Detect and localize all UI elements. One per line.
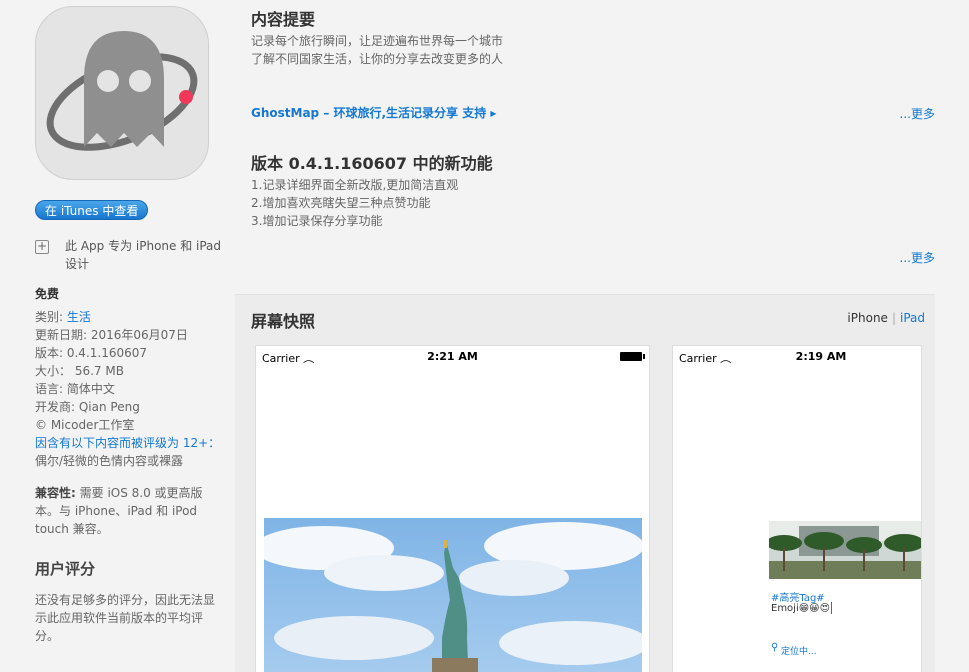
version-info: 版本: 0.4.1.160607 — [35, 346, 148, 360]
updated-date: 更新日期: 2016年06月07日 — [35, 328, 188, 342]
statue-of-liberty-photo — [264, 518, 642, 672]
more-link-description[interactable]: ...更多 — [900, 105, 935, 122]
compatibility-info: 兼容性: 需要 iOS 8.0 或更高版本。与 iPhone、iPad 和 iP… — [35, 484, 225, 538]
developer-support-text[interactable]: GhostMap – 环球旅行,生活记录分享 支持 — [251, 106, 486, 120]
status-bar: Carrier ︵ 2:19 AM — [673, 350, 921, 365]
more-link-whats-new[interactable]: ...更多 — [900, 249, 935, 266]
status-bar: Carrier ︵ 2:21 AM — [256, 350, 649, 365]
status-time: 2:19 AM — [795, 350, 847, 363]
device-tab-iphone[interactable]: iPhone — [847, 311, 888, 325]
category-label: 类别: — [35, 310, 67, 324]
rating-detail: 偶尔/轻微的色情内容或裸露 — [35, 454, 184, 468]
description-line-2: 了解不同国家生活，让你的分享去改变更多的人 — [251, 52, 504, 66]
device-compat-note: + 此 App 专为 iPhone 和 iPad 设计 — [35, 237, 225, 273]
locating-label: 定位中... — [781, 647, 817, 657]
ipad-note-text: 此 App 专为 iPhone 和 iPad 设计 — [65, 239, 222, 271]
divider: | — [891, 311, 896, 325]
screenshot-1[interactable]: Carrier ︵ 2:21 AM — [255, 345, 650, 672]
rating-reason-link[interactable]: 因含有以下内容而被评级为 12+： — [35, 434, 225, 452]
whats-new-item-2: 2.增加喜欢亮瞎失望三种点赞功能 — [251, 196, 431, 210]
device-tab-ipad[interactable]: iPad — [900, 311, 925, 325]
description-title: 内容提要 — [251, 10, 316, 29]
category-row: 类别: 生活 — [35, 308, 225, 326]
whats-new-title: 版本 0.4.1.160607 中的新功能 — [251, 154, 493, 173]
view-in-itunes-button[interactable]: 在 iTunes 中查看 — [35, 200, 149, 220]
whats-new-item-3: 3.增加记录保存分享功能 — [251, 214, 383, 228]
emoji-text: Emoji😁😀😍 — [771, 602, 833, 614]
screenshot-2[interactable]: Carrier ︵ 2:19 AM #高亮Tag# Emoji😁😀😍 ⚲ 定位中… — [672, 345, 922, 672]
app-icon — [35, 6, 209, 180]
plus-icon: + — [35, 239, 49, 254]
price-label: 免费 — [35, 287, 60, 301]
compat-label: 兼容性: — [35, 486, 76, 500]
whats-new-item-1: 1.记录详细界面全新改版,更加简洁直观 — [251, 178, 459, 192]
app-sidebar: 在 iTunes 中查看 + 此 App 专为 iPhone 和 iPad 设计… — [35, 6, 225, 645]
copyright-info: © Micoder工作室 — [35, 418, 135, 432]
size-info: 大小： 56.7 MB — [35, 364, 124, 378]
battery-icon — [620, 352, 645, 361]
person-icon: ⚲ — [771, 642, 779, 653]
category-link[interactable]: 生活 — [67, 310, 91, 324]
status-time: 2:21 AM — [427, 350, 478, 363]
palm-trees-photo — [769, 521, 921, 579]
text-caret — [831, 602, 833, 614]
screenshots-title: 屏幕快照 — [251, 312, 316, 331]
screenshots-section: 屏幕快照 iPhone | iPad Carrier ︵ 2:21 AM Car… — [235, 294, 935, 672]
user-rating-title: 用户评分 — [35, 560, 96, 578]
user-rating-text: 还没有足够多的评分，因此无法显示此应用软件当前版本的平均评分。 — [35, 593, 216, 643]
description-line-1: 记录每个旅行瞬间，让足迹遍布世界每一个城市 — [251, 34, 504, 48]
developer-info: 开发商: Qian Peng — [35, 400, 140, 414]
chevron-right-icon: ▸ — [486, 106, 497, 120]
device-switcher: iPhone | iPad — [847, 311, 925, 325]
developer-support-link[interactable]: GhostMap – 环球旅行,生活记录分享 支持 ▸ — [251, 102, 496, 121]
app-info-list: 类别: 生活 更新日期: 2016年06月07日 版本: 0.4.1.16060… — [35, 308, 225, 470]
language-info: 语言: 简体中文 — [35, 382, 115, 396]
